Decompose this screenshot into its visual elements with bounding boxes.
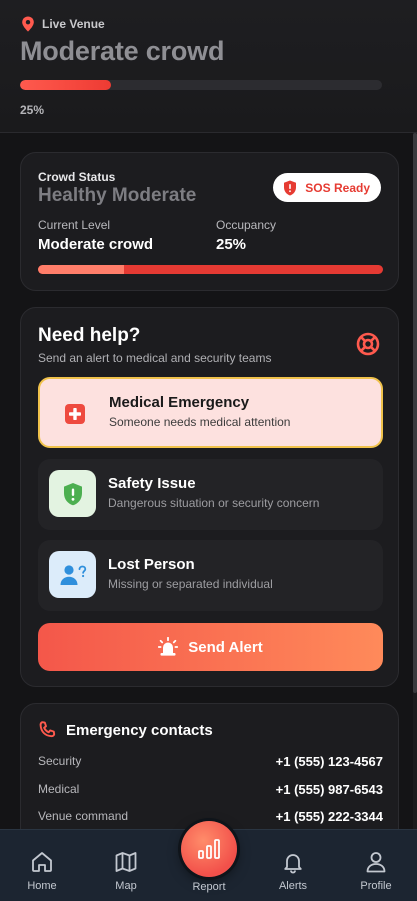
siren-icon <box>158 637 179 656</box>
nav-map[interactable]: Map <box>84 830 168 901</box>
option-safety-issue[interactable]: Safety Issue Dangerous situation or secu… <box>38 459 383 530</box>
shield-alert-icon <box>49 470 96 517</box>
contact-number[interactable]: +1 (555) 987-6543 <box>276 782 383 797</box>
contact-name: Medical <box>38 782 80 796</box>
nav-home-label: Home <box>27 880 57 892</box>
medical-cross-icon <box>51 390 98 437</box>
bottom-nav: Home Map Report Alerts Profile <box>0 821 417 901</box>
page-title: Moderate crowd <box>20 36 225 66</box>
emergency-contacts-header: Emergency contacts <box>38 721 213 739</box>
contact-row-security[interactable]: Security +1 (555) 123-4567 <box>38 754 383 769</box>
contact-row-medical[interactable]: Medical +1 (555) 987-6543 <box>38 782 383 797</box>
current-level-label: Current Level <box>38 218 111 232</box>
contact-name: Venue command <box>38 809 129 823</box>
need-help-title: Need help? <box>38 325 141 346</box>
send-alert-label: Send Alert <box>188 638 263 656</box>
crowd-status-value: Healthy Moderate <box>38 185 197 206</box>
nav-map-label: Map <box>115 880 137 892</box>
map-icon <box>115 852 137 872</box>
occupancy-label: Occupancy <box>216 218 277 232</box>
lifebuoy-icon <box>356 332 380 356</box>
contact-number[interactable]: +1 (555) 123-4567 <box>276 754 383 769</box>
location-pin-icon <box>22 16 34 32</box>
bell-icon <box>284 854 302 874</box>
nav-profile[interactable]: Profile <box>334 830 417 901</box>
option-medical-emergency[interactable]: Medical Emergency Someone needs medical … <box>38 377 383 448</box>
emergency-contacts-title: Emergency contacts <box>66 721 213 739</box>
shield-alert-icon <box>284 180 297 195</box>
need-help-subtitle: Send an alert to medical and security te… <box>38 351 272 365</box>
nav-report-label[interactable]: Report <box>170 881 248 893</box>
option-title: Lost Person <box>108 556 195 573</box>
nav-profile-label: Profile <box>360 880 392 892</box>
venue-header: Live Venue Moderate crowd 25% <box>0 0 417 133</box>
nav-home[interactable]: Home <box>0 830 84 901</box>
report-button[interactable] <box>181 821 237 877</box>
send-alert-button[interactable]: Send Alert <box>38 623 383 671</box>
venue-label: Live Venue <box>42 17 105 31</box>
occupancy-bar <box>38 265 383 274</box>
crowd-progress-fill <box>20 80 111 90</box>
option-description: Dangerous situation or security concern <box>108 496 320 510</box>
home-icon <box>32 852 52 872</box>
option-description: Missing or separated individual <box>108 577 273 591</box>
sos-ready-badge: SOS Ready <box>273 173 381 202</box>
crowd-status-label: Crowd Status <box>38 170 116 184</box>
crowd-progress-bar <box>20 80 382 90</box>
crowd-status-card: Crowd Status Healthy Moderate SOS Ready … <box>20 152 399 291</box>
contact-name: Security <box>38 754 82 768</box>
occupancy-value: 25% <box>216 236 247 253</box>
crowd-progress-text: 25% <box>20 103 45 117</box>
nav-alerts[interactable]: Alerts <box>251 830 335 901</box>
occupancy-bar-fill <box>38 265 125 274</box>
venue-label-row: Live Venue <box>21 16 105 32</box>
current-level-value: Moderate crowd <box>38 236 154 253</box>
option-lost-person[interactable]: Lost Person Missing or separated individ… <box>38 540 383 611</box>
phone-icon <box>39 721 56 738</box>
contact-number[interactable]: +1 (555) 222-3344 <box>276 809 383 824</box>
sos-ready-label: SOS Ready <box>305 180 370 195</box>
nav-alerts-label: Alerts <box>278 880 308 892</box>
scrollbar-thumb[interactable] <box>413 133 417 693</box>
option-title: Safety Issue <box>108 475 196 492</box>
option-description: Someone needs medical attention <box>109 415 291 429</box>
option-title: Medical Emergency <box>109 394 250 411</box>
need-help-card: Need help? Send an alert to medical and … <box>20 307 399 687</box>
bar-chart-icon <box>198 839 220 859</box>
user-icon <box>366 852 386 873</box>
person-question-icon <box>49 551 96 598</box>
